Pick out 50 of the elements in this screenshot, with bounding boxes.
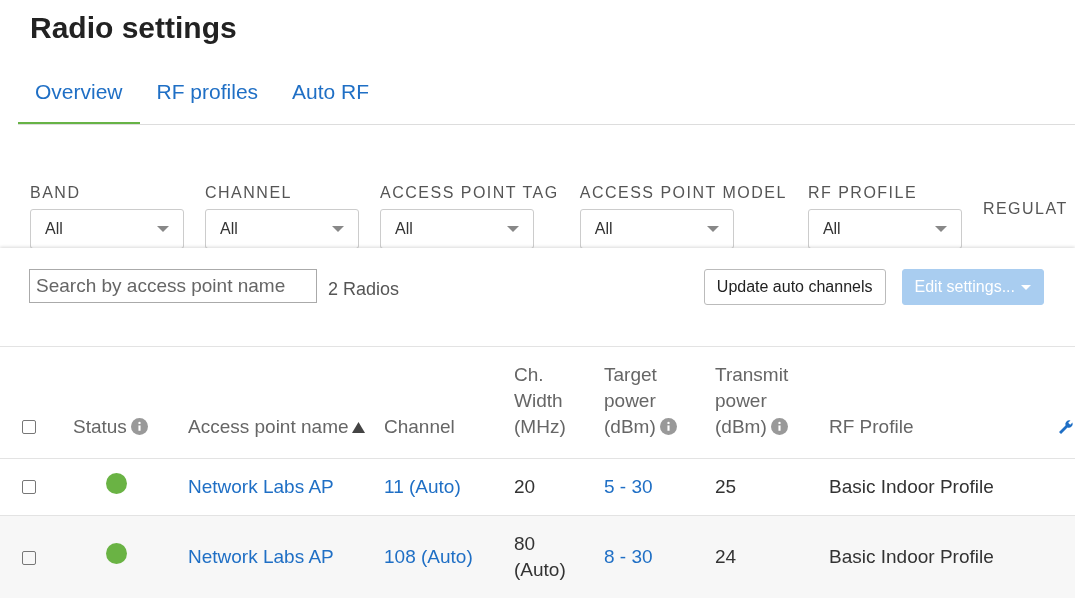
ap-name-link[interactable]: Network Labs AP — [188, 475, 334, 497]
column-header[interactable]: Target power (dBm) — [604, 361, 699, 440]
filter-dropdown[interactable]: All — [579, 208, 734, 248]
action-button[interactable]: Update auto channels — [703, 268, 886, 305]
filter-label: REGULAT — [982, 198, 1068, 219]
filter-label: RF PROFILE — [807, 182, 919, 203]
info-icon[interactable] — [659, 417, 677, 435]
filter-label: CHANNEL — [205, 182, 293, 203]
table-cell-text: 80 (Auto) — [514, 532, 567, 582]
table-cell-text: 20 — [514, 474, 536, 499]
filter-dropdown[interactable]: All — [380, 208, 534, 248]
wrench-icon[interactable] — [1058, 419, 1074, 436]
target-power-link[interactable]: 5 - 30 — [604, 475, 653, 497]
table-cell: 25 — [715, 475, 737, 497]
select-all-checkbox[interactable] — [22, 420, 36, 435]
search-field[interactable]: Search by access point name — [29, 268, 317, 303]
page-title: Radio settings — [29, 10, 238, 46]
caret-icon — [706, 225, 719, 232]
channel-link[interactable]: 108 (Auto) — [384, 546, 473, 567]
caret-icon — [332, 225, 344, 232]
tab[interactable]: Auto RF — [275, 66, 387, 124]
tab[interactable]: Overview — [18, 66, 140, 124]
target-power-link[interactable]: 8 - 30 — [604, 546, 653, 567]
filter-label: ACCESS POINT TAG — [380, 182, 559, 203]
filter-dropdown[interactable]: All — [807, 208, 962, 248]
column-header[interactable]: Status — [73, 413, 148, 440]
table-cell: Basic Indoor Profile — [829, 475, 994, 497]
table-cell: 24 — [715, 546, 737, 567]
column-header[interactable]: Access point name — [188, 413, 365, 440]
filter-label: ACCESS POINT MODEL — [579, 182, 787, 203]
filter-label: BAND — [30, 182, 82, 203]
tab[interactable]: RF profiles — [139, 66, 276, 124]
ap-name-link[interactable]: Network Labs AP — [188, 546, 334, 567]
filter-dropdown[interactable]: All — [30, 208, 184, 248]
filter-dropdown[interactable]: All — [205, 208, 359, 248]
column-header[interactable]: RF Profile — [829, 413, 914, 440]
info-icon[interactable] — [770, 417, 788, 435]
info-icon[interactable] — [130, 417, 148, 435]
caret-icon — [934, 225, 947, 232]
caret-icon — [507, 225, 519, 232]
channel-link[interactable]: 11 (Auto) — [384, 475, 461, 497]
row-checkbox[interactable] — [22, 551, 36, 565]
caret-icon — [157, 225, 169, 232]
column-header[interactable]: Transmit power (dBm) — [715, 361, 820, 440]
column-header[interactable]: Channel — [384, 413, 455, 440]
radio-count: 2 Radios — [328, 277, 400, 301]
sort-ascending-icon[interactable] — [351, 421, 365, 433]
column-header[interactable]: Ch. Width (MHz) — [514, 361, 584, 440]
table-cell: Basic Indoor Profile — [829, 546, 994, 567]
row-checkbox[interactable] — [22, 480, 36, 495]
